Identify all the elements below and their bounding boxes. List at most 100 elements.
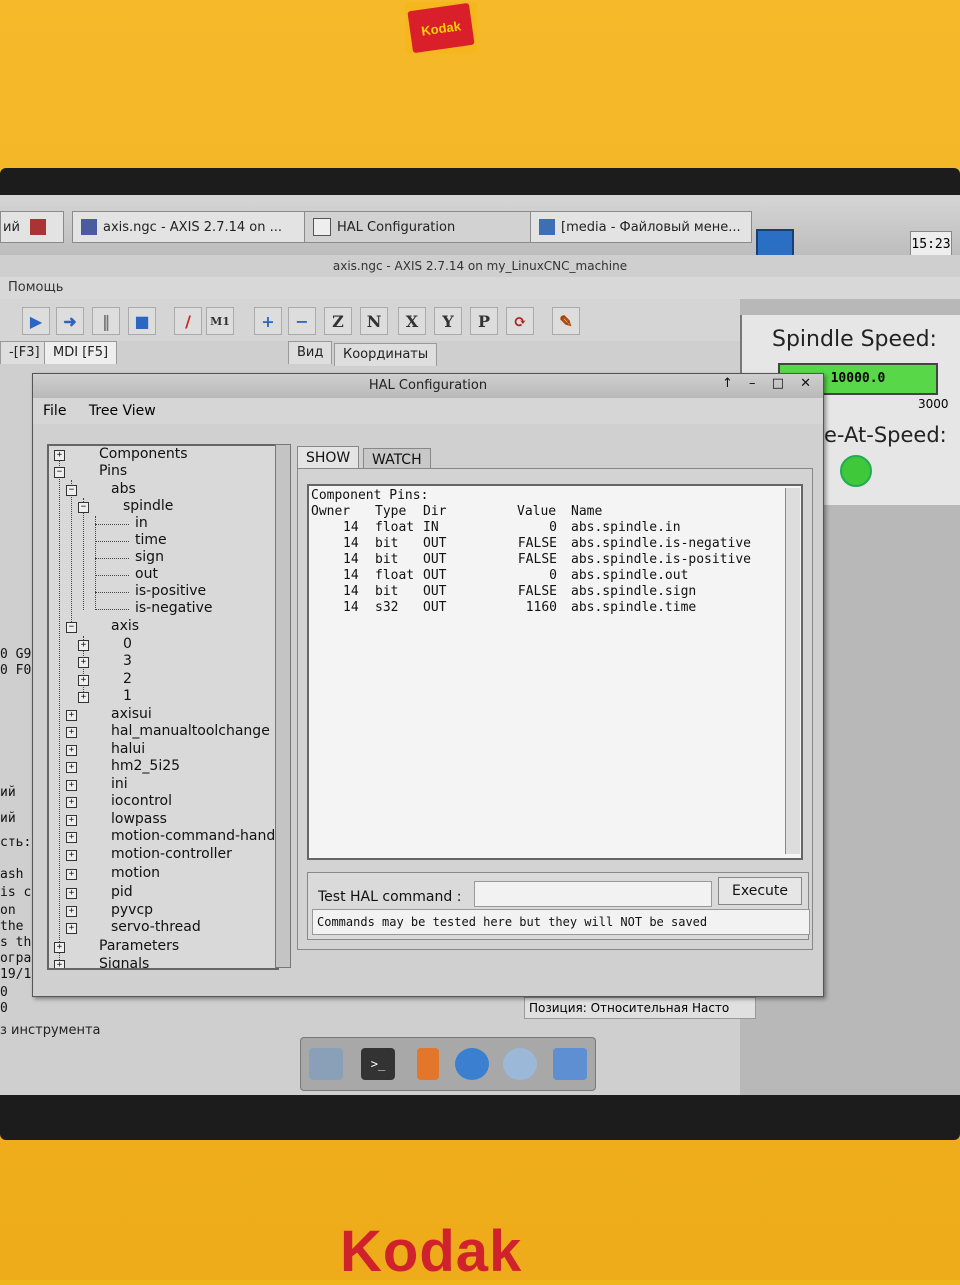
expand-toggle[interactable]: + [66,923,77,934]
expand-toggle[interactable]: + [66,762,77,773]
collapse-toggle[interactable]: − [78,502,89,513]
expand-toggle[interactable]: + [66,710,77,721]
zoom-in-icon[interactable]: + [254,307,282,335]
tree-node-motion[interactable]: motion [111,865,160,881]
pin-dir: IN [423,520,439,535]
menu-file[interactable]: File [43,403,66,419]
window-controls[interactable]: ↑ – □ ✕ [722,376,817,391]
tree-node-servo-thread[interactable]: servo-thread [111,919,201,935]
stop-icon[interactable]: ■ [128,307,156,335]
run-icon[interactable]: ▶ [22,307,50,335]
tree-node-parameters[interactable]: Parameters [99,938,179,954]
menu-tree-view[interactable]: Tree View [89,403,156,419]
tree-node-spindle[interactable]: spindle [123,498,173,514]
expand-toggle[interactable]: + [66,832,77,843]
spindle-speed-label: Spindle Speed: [772,327,937,352]
view-z-icon[interactable]: Z [324,307,352,335]
tree-node-axis-0[interactable]: 0 [123,636,132,652]
expand-toggle[interactable]: + [66,727,77,738]
desktop-icon[interactable] [309,1048,343,1080]
tree-node-abs[interactable]: abs [111,481,136,497]
tree-node-axis[interactable]: axis [111,618,139,634]
tree-node-pyvcp[interactable]: pyvcp [111,902,153,918]
column-name: Name [571,504,603,519]
expand-toggle[interactable]: + [54,942,65,953]
tree-node-hal-manualtoolchange[interactable]: hal_manualtoolchange [111,723,270,739]
tree-node-pin[interactable]: is-negative [135,600,212,616]
tree-node-components[interactable]: Components [99,446,188,462]
pin-dir: OUT [423,536,447,551]
terminal-icon[interactable]: >_ [361,1048,395,1080]
collapse-toggle[interactable]: − [54,467,65,478]
tab-mdi[interactable]: MDI [F5] [44,341,118,364]
pause-icon[interactable]: ‖ [92,307,120,335]
task-file-manager[interactable]: [media - Файловый мене... [530,211,752,243]
task-hal-configuration[interactable]: HAL Configuration [304,211,534,243]
pins-textbox[interactable]: Component Pins: Owner Type Dir Value Nam… [307,484,803,860]
collapse-toggle[interactable]: − [66,622,77,633]
side-text: ash [0,867,24,882]
tree-node-pin[interactable]: sign [135,549,164,565]
block-delete-icon[interactable]: / [174,307,202,335]
expand-toggle[interactable]: + [54,960,65,968]
expand-toggle[interactable]: + [66,815,77,826]
tab-manual[interactable]: -[F3] [0,341,49,364]
sd-card-icon[interactable] [417,1048,439,1080]
tree-node-motion-controller[interactable]: motion-controller [111,846,232,862]
tab-view[interactable]: Вид [288,341,333,364]
expand-toggle[interactable]: + [66,906,77,917]
folder-icon [539,219,555,235]
expand-toggle[interactable]: + [54,450,65,461]
browser-icon[interactable] [455,1048,489,1080]
tree-node-ini[interactable]: ini [111,776,128,792]
test-hal-command-input[interactable] [474,881,712,907]
search-icon[interactable] [503,1048,537,1080]
hal-tree[interactable]: + Components − Pins − abs − spindle in t… [47,444,279,970]
tab-show[interactable]: SHOW [297,446,360,469]
optional-stop-icon[interactable]: M1 [206,307,234,335]
tree-node-axis-3[interactable]: 3 [123,653,132,669]
tree-node-signals[interactable]: Signals [99,956,149,968]
view-x-icon[interactable]: X [398,307,426,335]
tree-node-axis-1[interactable]: 1 [123,688,132,704]
step-icon[interactable]: ➜ [56,307,84,335]
rotate-view-icon[interactable]: ⟳ [506,307,534,335]
tab-coordinates[interactable]: Координаты [334,343,438,366]
tree-scrollbar[interactable] [275,444,291,968]
task-axis[interactable]: axis.ngc - AXIS 2.7.14 on ... [72,211,308,243]
expand-toggle[interactable]: + [66,888,77,899]
clear-plot-icon[interactable]: ✎ [552,307,580,335]
expand-toggle[interactable]: + [66,780,77,791]
collapse-toggle[interactable]: − [66,485,77,496]
expand-toggle[interactable]: + [66,850,77,861]
tree-node-halui[interactable]: halui [111,741,145,757]
tree-node-axisui[interactable]: axisui [111,706,152,722]
expand-toggle[interactable]: + [66,869,77,880]
expand-toggle[interactable]: + [78,675,89,686]
tree-node-pin[interactable]: out [135,566,158,582]
tree-node-pin[interactable]: is-positive [135,583,206,599]
view-y-icon[interactable]: Y [434,307,462,335]
tree-node-iocontrol[interactable]: iocontrol [111,793,172,809]
expand-toggle[interactable]: + [66,797,77,808]
view-z2-icon[interactable]: N [360,307,388,335]
taskbar-app-fragment[interactable]: ий [0,211,64,243]
expand-toggle[interactable]: + [78,692,89,703]
axis-menu-help[interactable]: Помощь [0,277,960,299]
expand-toggle[interactable]: + [66,745,77,756]
tree-node-pin[interactable]: in [135,515,148,531]
tree-node-hm2[interactable]: hm2_5i25 [111,758,180,774]
tree-node-pins[interactable]: Pins [99,463,127,479]
execute-button[interactable]: Execute [718,877,802,905]
tree-node-pid[interactable]: pid [111,884,133,900]
tree-node-axis-2[interactable]: 2 [123,671,132,687]
file-manager-icon[interactable] [553,1048,587,1080]
expand-toggle[interactable]: + [78,657,89,668]
view-p-icon[interactable]: P [470,307,498,335]
expand-toggle[interactable]: + [78,640,89,651]
tree-node-lowpass[interactable]: lowpass [111,811,167,827]
tree-node-motion-command-handler[interactable]: motion-command-handler [111,828,277,844]
pins-scrollbar[interactable] [785,488,800,854]
tree-node-pin[interactable]: time [135,532,167,548]
zoom-out-icon[interactable]: − [288,307,316,335]
